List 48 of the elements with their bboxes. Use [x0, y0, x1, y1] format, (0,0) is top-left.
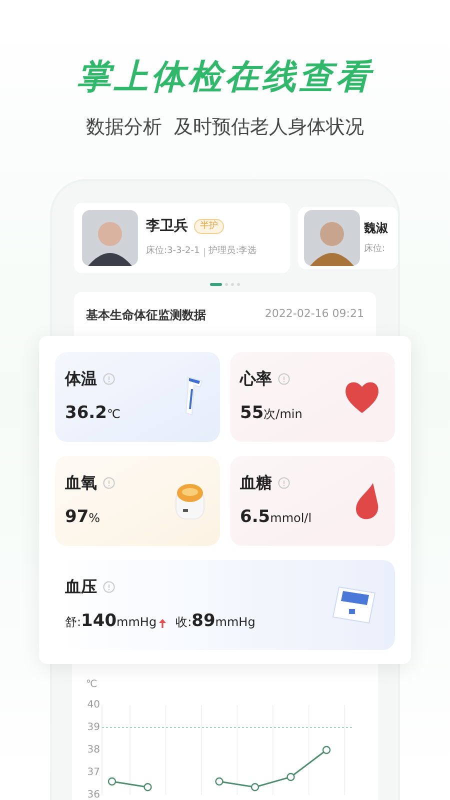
- caregiver: 护理员:李选: [208, 245, 257, 258]
- care-level-tag: 半护: [194, 219, 224, 234]
- resident-card[interactable]: 魏淑 床位:: [298, 206, 398, 268]
- vital-value: 97%: [65, 506, 102, 529]
- info-icon[interactable]: [103, 580, 115, 593]
- section-title: 基本生命体征监测数据: [86, 306, 206, 324]
- timestamp: 2022-02-16 09:21: [264, 306, 364, 322]
- info-icon[interactable]: [278, 372, 290, 385]
- resident-name: 李卫兵: [146, 217, 188, 236]
- vital-tile[interactable]: 体温 36.2℃: [55, 352, 220, 442]
- info-icon[interactable]: [103, 372, 115, 385]
- data-point: [144, 782, 152, 791]
- data-point: [108, 776, 116, 786]
- vital-label: 心率: [240, 368, 272, 390]
- vital-tile[interactable]: 血氧 97%: [55, 456, 220, 546]
- axis-unit: ℃: [86, 678, 98, 690]
- vital-value: 舒:140mmHg: [65, 610, 157, 633]
- vital-value: 收:89mmHg: [176, 610, 256, 633]
- vital-value: 36.2℃: [65, 402, 120, 425]
- data-point: [322, 745, 331, 754]
- info-icon[interactable]: [103, 476, 115, 489]
- resident-card[interactable]: 李卫兵 半护 床位:3-3-2-1 护理员:李选: [74, 202, 290, 272]
- vital-label: 血氧: [65, 472, 97, 494]
- vital-value: 6.5mmol/l: [240, 506, 312, 529]
- axis-tick: 39: [87, 722, 100, 732]
- axis-tick: 36: [87, 789, 100, 800]
- headline: 掌上体检在线查看: [77, 56, 373, 99]
- droplet-icon: [353, 480, 381, 520]
- resident-name: 魏淑: [364, 220, 388, 237]
- axis-tick: 37: [87, 766, 100, 778]
- vital-tile[interactable]: 心率 55次/min: [230, 352, 395, 442]
- vital-label: 体温: [65, 368, 97, 390]
- vital-label: 血糖: [240, 472, 272, 494]
- avatar: [82, 210, 138, 266]
- avatar: [304, 210, 360, 266]
- vital-value: 55次/min: [240, 402, 302, 425]
- blood-pressure-monitor-icon: [331, 584, 377, 624]
- info-icon[interactable]: [278, 476, 290, 489]
- vital-label: 血压: [65, 576, 97, 598]
- data-point: [215, 776, 224, 786]
- subtitle: 数据分析 及时预估老人身体状况: [86, 115, 364, 140]
- data-point: [286, 772, 295, 781]
- data-point: [250, 782, 260, 791]
- axis-tick: 40: [87, 699, 100, 710]
- bed-number: 床位:3-3-2-1: [146, 245, 200, 258]
- vital-tile[interactable]: 血糖 6.5mmol/l: [230, 456, 395, 546]
- axis-tick: 38: [87, 744, 100, 755]
- bed-number: 床位:: [364, 242, 386, 256]
